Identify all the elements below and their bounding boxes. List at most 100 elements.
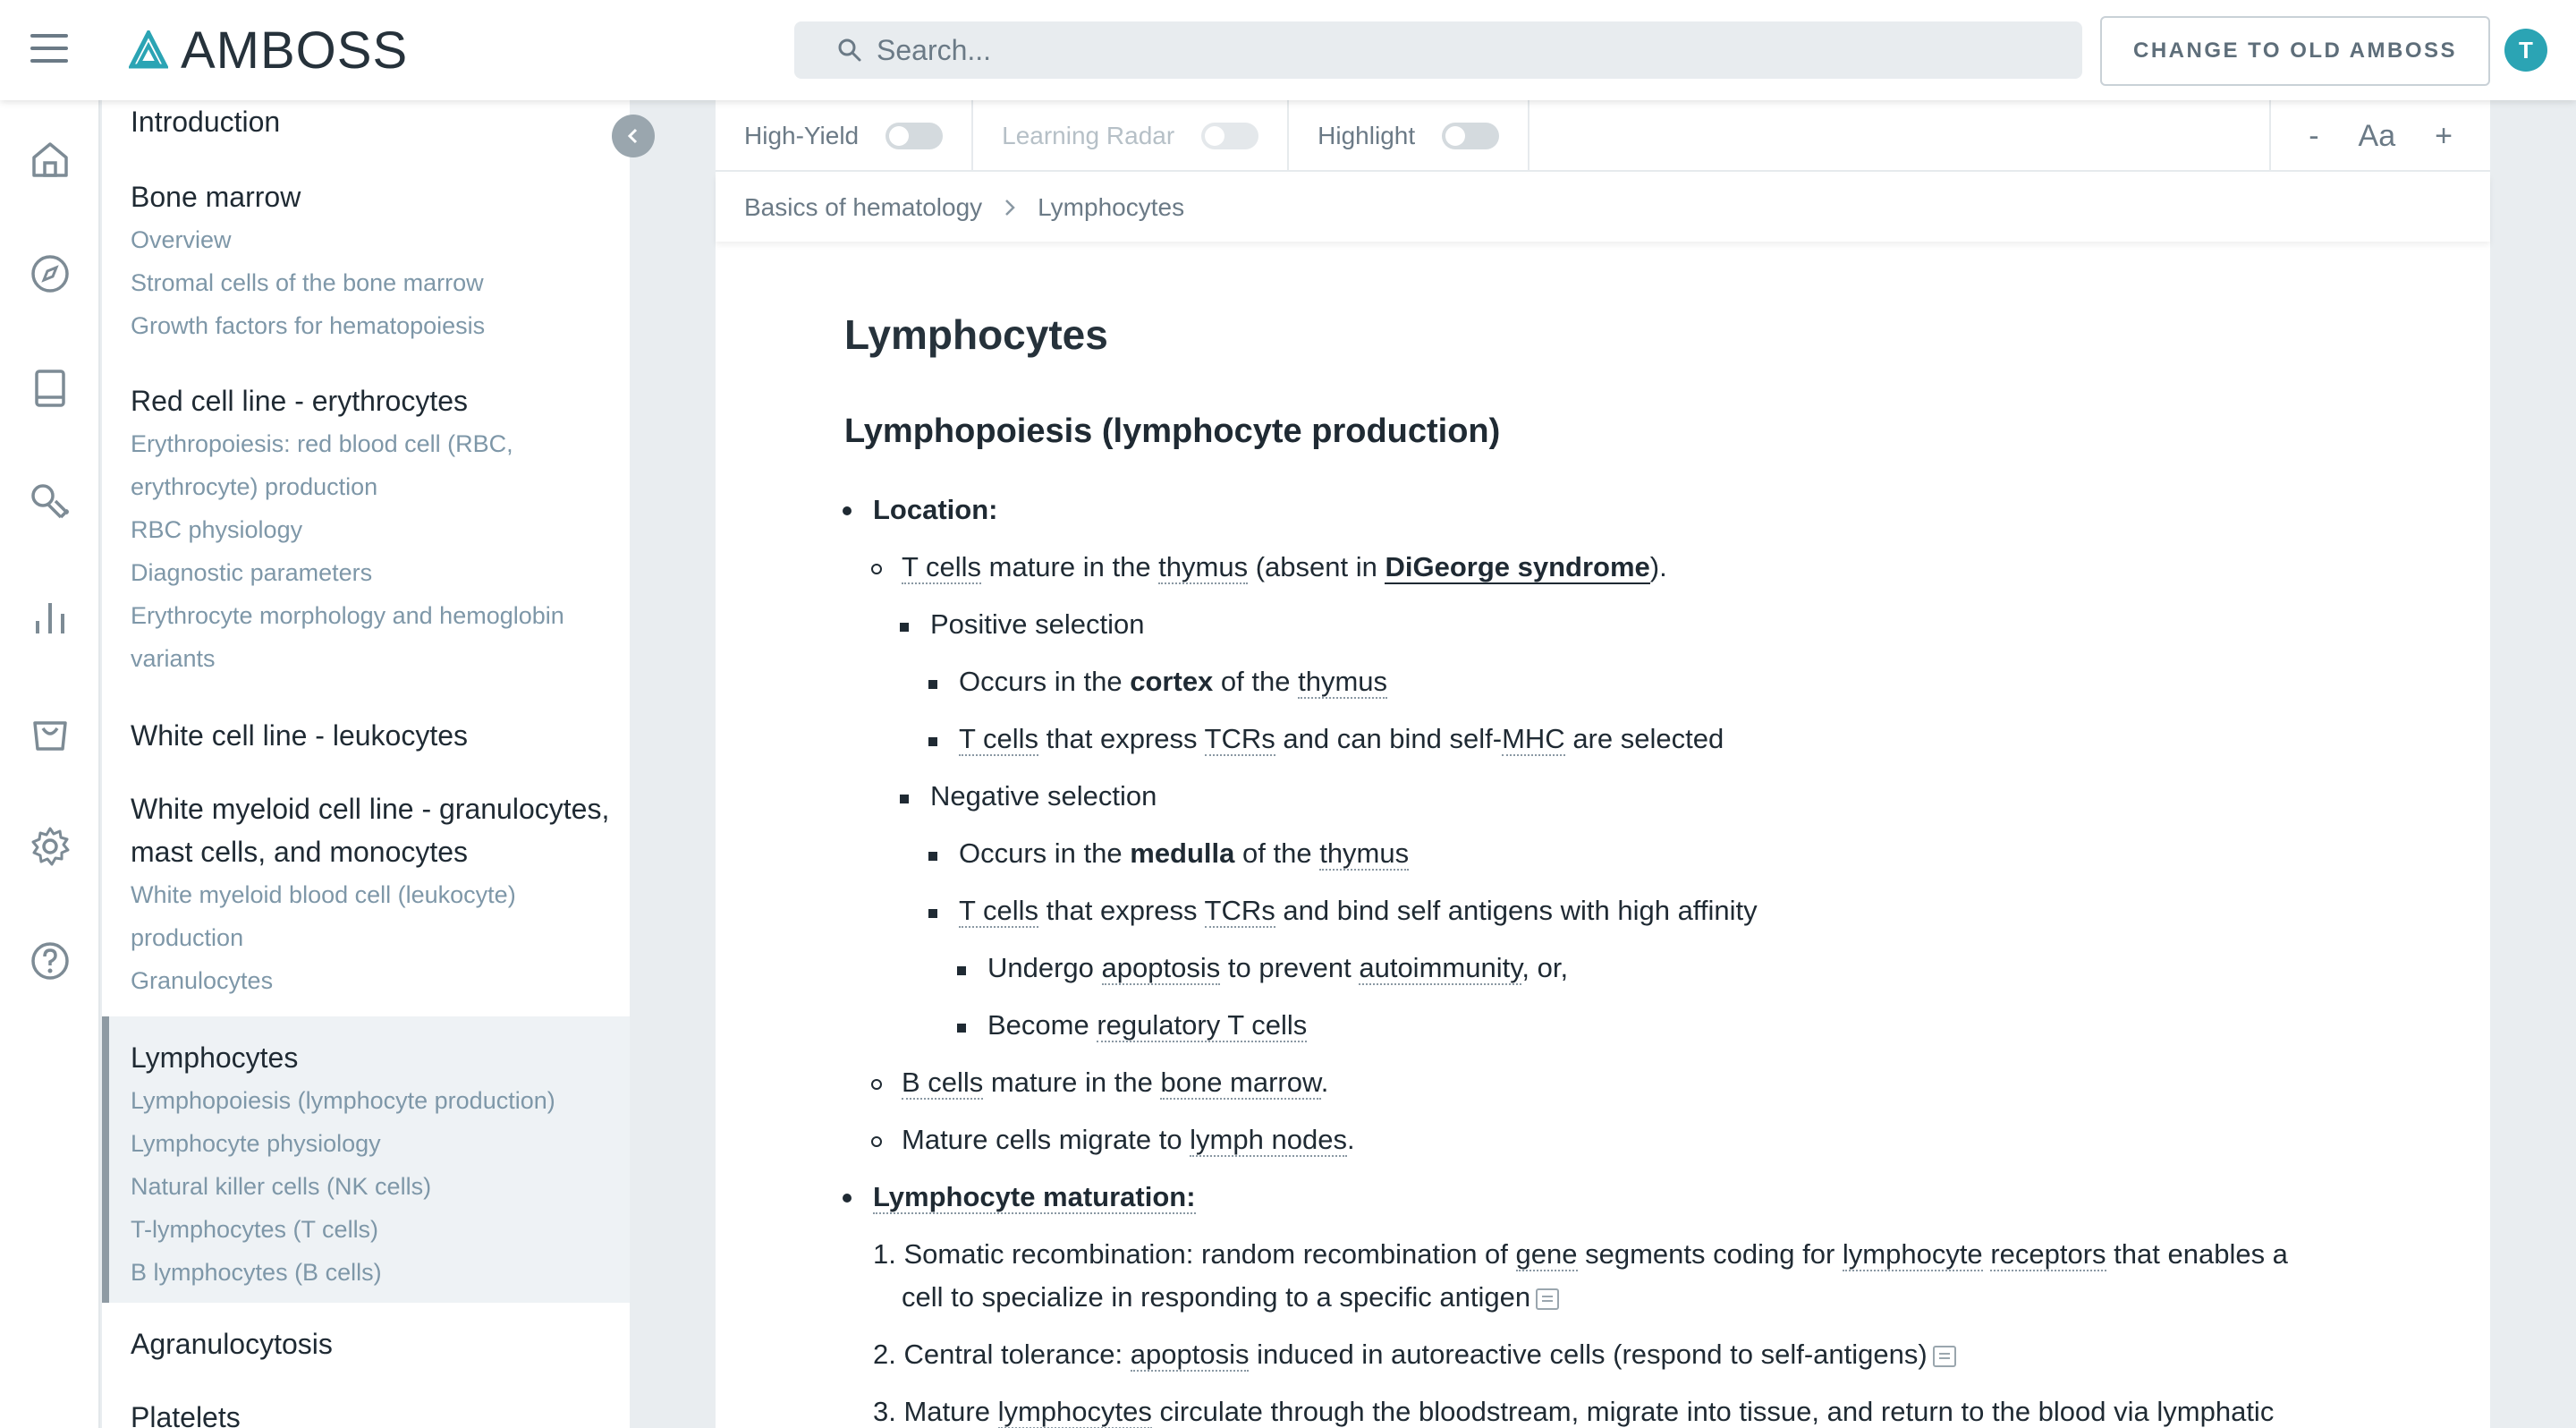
text: mature in the [983, 1067, 1161, 1098]
toc-subitem[interactable]: Granulocytes [131, 959, 609, 1002]
toc-subitem[interactable]: Erythrocyte morphology and hemoglobin [131, 594, 564, 637]
font-increase-button[interactable]: + [2435, 119, 2453, 154]
toc-subitem[interactable]: Lymphopoiesis (lymphocyte production) [131, 1079, 555, 1122]
lymph-nodes-link[interactable]: lymph nodes [1190, 1124, 1347, 1157]
toc-subitem[interactable]: Erythropoiesis: red blood cell (RBC, [131, 422, 564, 465]
gene-link[interactable]: gene [1515, 1238, 1578, 1271]
list-item: Occurs in the cortex of the thymus [959, 660, 1388, 703]
home-icon[interactable] [29, 138, 72, 181]
shopping-bag-icon[interactable] [29, 710, 72, 753]
toc-section-white-myeloid[interactable]: White myeloid cell line - granulocytes, [131, 787, 609, 830]
note-icon[interactable] [1536, 1288, 1560, 1310]
toc-subitem[interactable]: T-lymphocytes (T cells) [131, 1208, 555, 1251]
toc-subitem[interactable]: Stromal cells of the bone marrow [131, 261, 485, 304]
thymus-link[interactable]: thymus [1158, 551, 1249, 584]
toc-subitem[interactable]: Lymphocyte physiology [131, 1122, 555, 1165]
toc-section-agranulocytosis[interactable]: Agranulocytosis [131, 1322, 333, 1365]
breadcrumb-parent[interactable]: Basics of hematology [744, 193, 982, 222]
help-icon[interactable] [29, 939, 72, 982]
breadcrumb: Basics of hematology Lymphocytes [716, 174, 2490, 242]
note-icon[interactable] [1932, 1345, 1956, 1367]
toc-subitem[interactable]: Growth factors for hematopoiesis [131, 304, 485, 347]
book-icon[interactable] [29, 367, 72, 410]
toc-section-white-myeloid-line2[interactable]: mast cells, and monocytes [131, 830, 609, 873]
change-to-old-amboss-button[interactable]: CHANGE TO OLD AMBOSS [2100, 16, 2490, 86]
high-yield-label: High-Yield [744, 122, 860, 149]
text: of the [1213, 666, 1299, 697]
text: that express [1038, 723, 1205, 754]
learning-radar-label: Learning Radar [1002, 122, 1175, 149]
receptors-link[interactable]: receptors [1990, 1238, 2106, 1271]
list-item: B cells mature in the bone marrow. [902, 1061, 1328, 1104]
numbered-item: 2. Central tolerance: apoptosis induced … [873, 1333, 1956, 1376]
table-of-contents: Introduction Bone marrow Overview Stroma… [102, 100, 630, 1428]
chevron-left-icon [627, 128, 638, 144]
text: 2. Central tolerance: [873, 1339, 1131, 1370]
mhc-link[interactable]: MHC [1502, 723, 1565, 756]
text: 1. Somatic recombination: random recombi… [873, 1238, 1516, 1270]
lymphocyte-link[interactable]: lymphocyte [1842, 1238, 1983, 1271]
bullet [928, 852, 937, 861]
amboss-logo[interactable]: AMBOSS [129, 21, 408, 80]
numbered-item: 1. Somatic recombination: random recombi… [873, 1233, 2288, 1276]
toc-subitem[interactable]: erythrocyte) production [131, 465, 564, 508]
search-input[interactable] [877, 33, 2039, 67]
thymus-link[interactable]: thymus [1319, 837, 1410, 871]
high-yield-switch[interactable] [886, 123, 944, 149]
list-item: Undergo apoptosis to prevent autoimmunit… [987, 947, 1568, 990]
text: (absent in [1248, 551, 1385, 582]
lymphocytes-link[interactable]: lymphocytes [997, 1396, 1152, 1428]
toc-subitem[interactable]: Overview [131, 218, 485, 261]
toc-subitem[interactable]: White myeloid blood cell (leukocyte) [131, 873, 609, 916]
toc-section-white-cell-line[interactable]: White cell line - leukocytes [131, 714, 468, 757]
font-size-label[interactable]: Aa [2359, 119, 2396, 154]
lymphocyte-maturation-link[interactable]: Lymphocyte maturation: [873, 1181, 1196, 1214]
toc-subitem[interactable]: RBC physiology [131, 508, 564, 551]
amboss-logo-icon [129, 30, 168, 69]
user-avatar[interactable]: T [2504, 29, 2547, 72]
bone-marrow-link[interactable]: bone marrow [1160, 1067, 1321, 1100]
t-cells-link[interactable]: T cells [959, 723, 1039, 756]
gear-icon[interactable] [29, 825, 72, 868]
toc-subitem[interactable]: Natural killer cells (NK cells) [131, 1165, 555, 1208]
bullet [900, 795, 909, 803]
font-decrease-button[interactable]: - [2309, 119, 2318, 154]
b-cells-link[interactable]: B cells [902, 1067, 984, 1100]
thymus-link[interactable]: thymus [1298, 666, 1388, 699]
apoptosis-link[interactable]: apoptosis [1101, 952, 1221, 985]
toc-item-introduction[interactable]: Introduction [131, 100, 280, 143]
regulatory-t-cells-link[interactable]: regulatory T cells [1097, 1009, 1308, 1042]
toc-subitem[interactable]: production [131, 916, 609, 959]
list-item: Negative selection [930, 780, 1157, 812]
toc-subitem[interactable]: variants [131, 637, 564, 680]
learning-radar-toggle[interactable]: Learning Radar [973, 100, 1290, 172]
t-cells-link[interactable]: T cells [902, 551, 982, 584]
text: and can bind self- [1275, 723, 1503, 754]
collapse-sidebar-button[interactable] [612, 115, 655, 157]
article-toolbar: High-Yield Learning Radar Highlight - Aa… [716, 100, 2490, 172]
tcrs-link[interactable]: TCRs [1204, 895, 1275, 928]
digeorge-link[interactable]: DiGeorge syndrome [1385, 551, 1650, 584]
highlight-switch[interactable] [1442, 123, 1500, 149]
learning-radar-switch[interactable] [1201, 123, 1259, 149]
toc-section-bone-marrow[interactable]: Bone marrow [131, 175, 485, 218]
stethoscope-icon[interactable] [29, 481, 72, 524]
chevron-right-icon [1005, 200, 1015, 216]
font-size-controls: - Aa + [2269, 100, 2490, 172]
toc-section-lymphocytes[interactable]: Lymphocytes [131, 1036, 555, 1079]
toc-subitem[interactable]: B lymphocytes (B cells) [131, 1251, 555, 1294]
list-item: T cells that express TCRs and can bind s… [959, 718, 1724, 761]
hamburger-menu-icon[interactable] [30, 34, 68, 63]
tcrs-link[interactable]: TCRs [1204, 723, 1275, 756]
compass-icon[interactable] [29, 252, 72, 295]
high-yield-toggle[interactable]: High-Yield [716, 100, 974, 172]
bar-chart-icon[interactable] [29, 596, 72, 639]
toc-subitem[interactable]: Diagnostic parameters [131, 551, 564, 594]
t-cells-link[interactable]: T cells [959, 895, 1039, 928]
highlight-toggle[interactable]: Highlight [1289, 100, 1530, 172]
autoimmunity-link[interactable]: autoimmunity [1359, 952, 1522, 985]
toc-section-platelets[interactable]: Platelets [131, 1396, 241, 1428]
apoptosis-link[interactable]: apoptosis [1130, 1339, 1250, 1372]
toc-section-red-cell-line[interactable]: Red cell line - erythrocytes [131, 379, 564, 422]
search-bar[interactable] [794, 21, 2082, 79]
